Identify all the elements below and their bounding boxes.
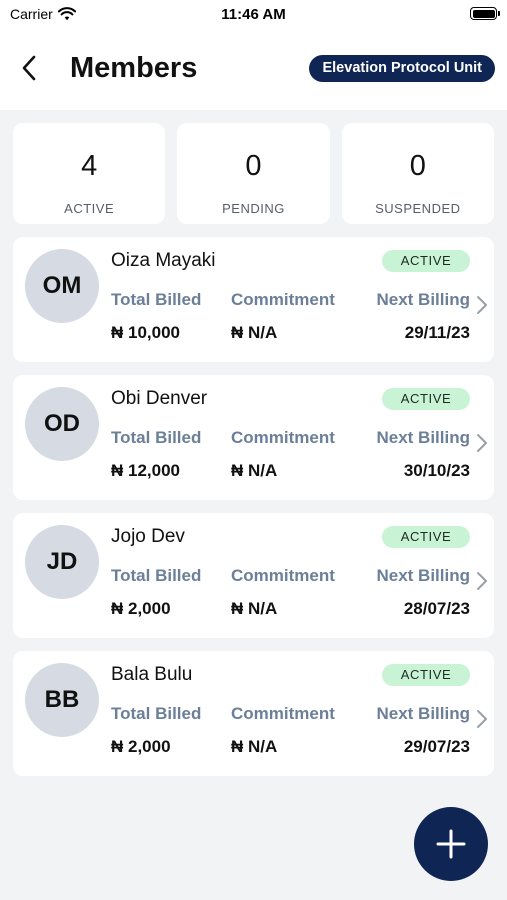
commitment-value: ₦ N/A xyxy=(231,323,278,342)
next-billing-value: 28/07/23 xyxy=(403,599,470,618)
chevron-right-icon xyxy=(477,572,487,590)
stat-pending: 0 PENDING xyxy=(177,123,330,224)
member-name: Oiza Mayaki xyxy=(111,250,216,271)
battery-icon xyxy=(470,7,500,20)
commitment-label: Commitment xyxy=(231,290,335,309)
unit-badge: Elevation Protocol Unit xyxy=(309,55,495,82)
commitment-value: ₦ N/A xyxy=(231,599,278,618)
total-billed-label: Total Billed xyxy=(111,704,202,723)
status-badge: ACTIVE xyxy=(382,526,470,548)
avatar: JD xyxy=(25,525,99,599)
avatar: BB xyxy=(25,663,99,737)
stat-suspended: 0 SUSPENDED xyxy=(341,123,494,224)
member-card[interactable]: OD Obi Denver ACTIVE Total Billed Commit… xyxy=(13,375,494,500)
clock: 11:46 AM xyxy=(221,6,286,23)
commitment-label: Commitment xyxy=(231,704,335,723)
chevron-right-icon xyxy=(477,710,487,728)
member-card[interactable]: OM Oiza Mayaki ACTIVE Total Billed Commi… xyxy=(13,237,494,362)
header: Carrier 11:46 AM Members Elevation Proto… xyxy=(0,0,507,110)
commitment-label: Commitment xyxy=(231,566,335,585)
stat-label: ACTIVE xyxy=(64,201,115,216)
member-name: Bala Bulu xyxy=(111,664,193,685)
chevron-right-icon xyxy=(477,296,487,314)
total-billed-value: ₦ 10,000 xyxy=(111,323,180,342)
status-badge: ACTIVE xyxy=(382,388,470,410)
add-member-button[interactable] xyxy=(414,807,488,881)
page-title: Members xyxy=(70,52,198,84)
stat-active: 4 ACTIVE xyxy=(13,123,166,224)
stats-row: 4 ACTIVE 0 PENDING 0 SUSPENDED xyxy=(13,123,494,224)
total-billed-label: Total Billed xyxy=(111,428,202,447)
next-billing-value: 29/11/23 xyxy=(404,323,470,342)
total-billed-label: Total Billed xyxy=(111,566,202,585)
status-bar: Carrier 11:46 AM xyxy=(0,0,507,30)
next-billing-value: 30/10/23 xyxy=(403,461,470,480)
total-billed-value: ₦ 12,000 xyxy=(111,461,180,480)
member-card[interactable]: JD Jojo Dev ACTIVE Total Billed Commitme… xyxy=(13,513,494,638)
chevron-right-icon xyxy=(477,434,487,452)
member-name: Obi Denver xyxy=(111,388,208,409)
next-billing-value: 29/07/23 xyxy=(403,737,470,756)
status-badge: ACTIVE xyxy=(382,250,470,272)
total-billed-value: ₦ 2,000 xyxy=(111,737,171,756)
avatar: OD xyxy=(25,387,99,461)
next-billing-label: Next Billing xyxy=(376,428,470,447)
member-name: Jojo Dev xyxy=(111,526,185,547)
total-billed-label: Total Billed xyxy=(111,290,202,309)
total-billed-value: ₦ 2,000 xyxy=(111,599,171,618)
commitment-value: ₦ N/A xyxy=(231,461,278,480)
plus-icon xyxy=(436,829,466,859)
stat-label: SUSPENDED xyxy=(375,201,461,216)
chevron-left-icon xyxy=(22,55,36,81)
back-button[interactable] xyxy=(14,52,44,84)
stat-label: PENDING xyxy=(222,201,285,216)
commitment-value: ₦ N/A xyxy=(231,737,278,756)
next-billing-label: Next Billing xyxy=(376,566,470,585)
stat-value: 0 xyxy=(409,150,426,182)
member-card[interactable]: BB Bala Bulu ACTIVE Total Billed Commitm… xyxy=(13,651,494,776)
status-badge: ACTIVE xyxy=(382,664,470,686)
stat-value: 4 xyxy=(81,150,98,182)
commitment-label: Commitment xyxy=(231,428,335,447)
avatar: OM xyxy=(25,249,99,323)
next-billing-label: Next Billing xyxy=(376,290,470,309)
stat-value: 0 xyxy=(245,150,262,182)
members-list: OM Oiza Mayaki ACTIVE Total Billed Commi… xyxy=(13,237,494,789)
next-billing-label: Next Billing xyxy=(376,704,470,723)
